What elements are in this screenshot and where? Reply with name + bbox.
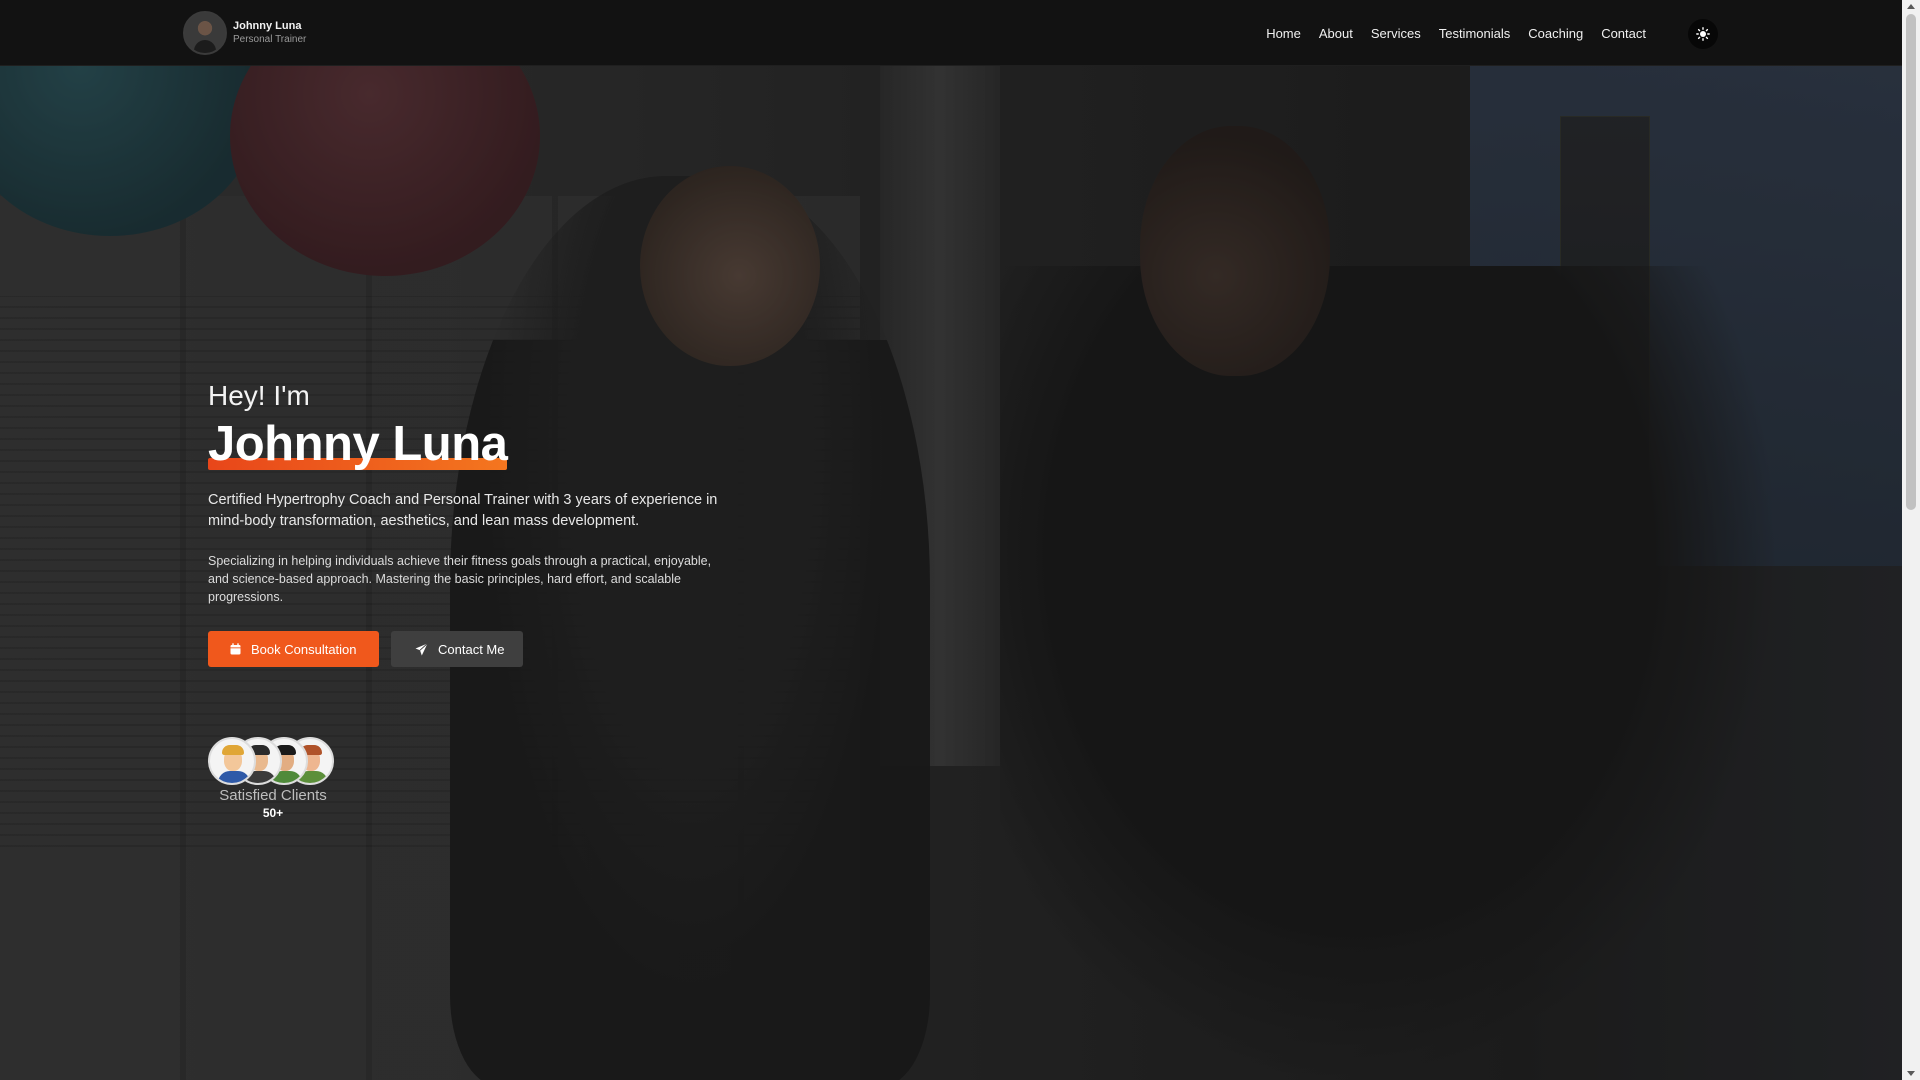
page-scrollbar[interactable]	[1902, 0, 1920, 1080]
brand-text: Johnny Luna Personal Trainer	[233, 20, 306, 45]
sun-icon	[1696, 27, 1710, 41]
cta-row: Book Consultation Contact Me	[208, 631, 728, 667]
calendar-icon	[230, 643, 241, 655]
hero-content: Hey! I'm Johnny Luna Certified Hypertrop…	[208, 380, 728, 667]
clients-label: Satisfied Clients	[219, 787, 327, 804]
top-navbar: Johnny Luna Personal Trainer Home About …	[0, 0, 1902, 66]
client-avatar	[208, 737, 256, 785]
brand[interactable]: Johnny Luna Personal Trainer	[183, 11, 306, 55]
book-consultation-label: Book Consultation	[251, 641, 357, 657]
book-consultation-button[interactable]: Book Consultation	[208, 631, 379, 667]
brand-role: Personal Trainer	[233, 33, 307, 45]
scroll-up-arrow-icon[interactable]	[1907, 4, 1915, 9]
nav-links: Home About Services Testimonials Coachin…	[1248, 0, 1646, 66]
theme-toggle-button[interactable]	[1688, 19, 1718, 49]
nav-link-services[interactable]: Services	[1371, 26, 1421, 41]
hero-name: Johnny Luna	[208, 417, 508, 471]
contact-me-button[interactable]: Contact Me	[391, 631, 523, 667]
clients-count: 50+	[262, 806, 284, 820]
nav-link-about[interactable]: About	[1319, 26, 1353, 41]
hero-name-wrap: Johnny Luna	[208, 416, 508, 472]
hero-intro: Certified Hypertrophy Coach and Personal…	[208, 492, 718, 529]
brand-avatar	[183, 11, 227, 55]
scroll-down-arrow-icon[interactable]	[1907, 1071, 1915, 1076]
nav-link-coaching[interactable]: Coaching	[1528, 26, 1583, 41]
scroll-thumb[interactable]	[1906, 14, 1916, 510]
brand-name: Johnny Luna	[233, 20, 302, 33]
nav-link-testimonials[interactable]: Testimonials	[1439, 26, 1511, 41]
satisfied-clients: Satisfied Clients 50+	[208, 737, 338, 820]
contact-me-label: Contact Me	[438, 641, 505, 657]
nav-link-contact[interactable]: Contact	[1601, 26, 1646, 41]
client-avatars	[208, 737, 338, 785]
hero-description: Specializing in helping individuals achi…	[208, 554, 712, 604]
nav-link-home[interactable]: Home	[1266, 26, 1301, 41]
send-icon	[415, 642, 428, 656]
hero-greeting: Hey! I'm	[208, 380, 310, 411]
